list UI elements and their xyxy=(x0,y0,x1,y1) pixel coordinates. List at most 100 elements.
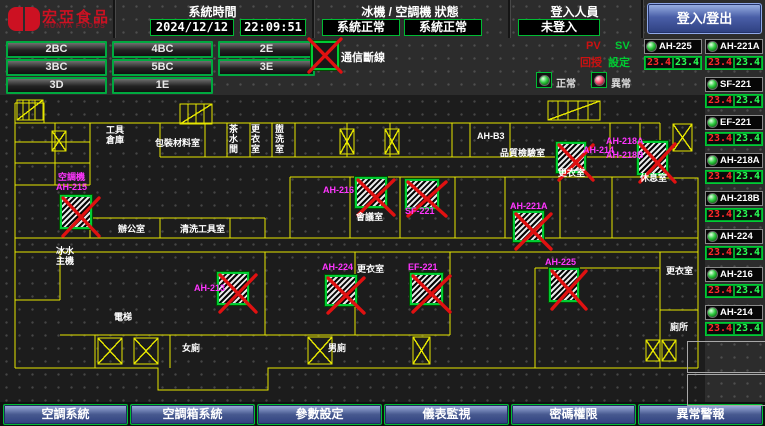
sv-value: 23.4 xyxy=(734,323,762,335)
unit-values-sf-221: 23.423.4 xyxy=(705,94,763,108)
unit-row-ah-218b[interactable]: AH-218B xyxy=(705,191,763,206)
unit-values-ah-216: 23.423.4 xyxy=(705,284,763,298)
unit-name: AH-218B xyxy=(720,193,760,204)
sv-value: 23.4 xyxy=(734,247,762,259)
unit-name: AH-224 xyxy=(720,231,753,242)
sv-value: 23.4 xyxy=(734,209,762,221)
red-x-icon xyxy=(515,213,552,250)
room-label: 品質檢驗室 xyxy=(500,148,545,158)
ahu-comm-loss-icon[interactable] xyxy=(410,273,443,305)
unit-values-ef-221: 23.423.4 xyxy=(705,132,763,146)
empty-unit-slot xyxy=(687,374,765,406)
green-led-icon xyxy=(707,117,718,128)
bottom-button-6[interactable]: 異常警報 xyxy=(638,404,763,425)
unit-label: AH-216 xyxy=(323,185,354,195)
room-label: 更衣室 xyxy=(357,264,384,274)
room-label: 工具 倉庫 xyxy=(106,125,124,145)
red-x-icon xyxy=(327,277,365,314)
bottom-button-3[interactable]: 參數設定 xyxy=(257,404,382,425)
unit-row-ah-216[interactable]: AH-216 xyxy=(705,267,763,282)
ahu-comm-loss-icon[interactable] xyxy=(325,275,357,306)
unit-name: AH-218A xyxy=(720,155,760,166)
room-label: AH-B3 xyxy=(477,131,505,141)
ahu-comm-loss-icon[interactable] xyxy=(513,211,544,242)
red-x-icon xyxy=(219,274,257,313)
ahu-comm-loss-icon[interactable] xyxy=(405,179,439,209)
room-label: 冰水 主機 xyxy=(56,246,74,266)
unit-values-ah-225: 23.423.4 xyxy=(644,56,702,70)
unit-label: AH-224 xyxy=(322,262,353,272)
green-led-icon xyxy=(707,193,718,204)
unit-values-ah-218a: 23.423.4 xyxy=(705,170,763,184)
pv-value: 23.4 xyxy=(706,323,734,335)
sv-value: 23.4 xyxy=(734,57,762,69)
room-label: 更衣室 xyxy=(558,168,585,178)
unit-name: EF-221 xyxy=(720,117,751,128)
unit-row-ah-225[interactable]: AH-225 xyxy=(644,39,702,54)
room-label: 清洗工具室 xyxy=(180,224,225,234)
floorplan: 工具 倉庫包裝材料室茶水間更衣室盥洗室AH-B3品質檢驗室更衣室休息室辦公室清洗… xyxy=(0,95,705,405)
room-label: 會議室 xyxy=(356,212,383,222)
unit-label: EF-221 xyxy=(408,262,438,272)
unit-row-ef-221[interactable]: EF-221 xyxy=(705,115,763,130)
pv-value: 23.4 xyxy=(706,247,734,259)
unit-label: AH-213 xyxy=(194,283,225,293)
unit-row-ah-214[interactable]: AH-214 xyxy=(705,305,763,320)
room-label: 更衣室 xyxy=(666,266,693,276)
unit-values-ah-224: 23.423.4 xyxy=(705,246,763,260)
room-label: 盥洗室 xyxy=(274,124,284,154)
green-led-icon xyxy=(707,155,718,166)
pv-value: 23.4 xyxy=(706,285,734,297)
room-label: 女廁 xyxy=(182,343,200,353)
pv-value: 23.4 xyxy=(706,95,734,107)
unit-name: AH-216 xyxy=(720,269,753,280)
unit-row-ah-218a[interactable]: AH-218A xyxy=(705,153,763,168)
unit-values-ah-218b: 23.423.4 xyxy=(705,208,763,222)
ahu-comm-loss-icon[interactable] xyxy=(60,195,92,229)
bottom-button-4[interactable]: 儀表監視 xyxy=(384,404,509,425)
sv-value: 23.4 xyxy=(734,171,762,183)
room-label: 廁所 xyxy=(670,322,688,332)
empty-unit-slot xyxy=(687,341,765,373)
unit-values-ah-221a: 23.423.4 xyxy=(705,56,763,70)
red-x-icon xyxy=(412,275,451,313)
room-label: 更衣室 xyxy=(250,124,260,154)
green-led-icon xyxy=(707,307,718,318)
unit-name: AH-221A xyxy=(720,41,760,52)
unit-name: AH-225 xyxy=(659,41,692,52)
green-led-icon xyxy=(707,269,718,280)
unit-label: AH-218B xyxy=(606,150,644,160)
sv-value: 23.4 xyxy=(734,133,762,145)
green-led-icon xyxy=(707,79,718,90)
sv-value: 23.4 xyxy=(673,57,701,69)
unit-row-ah-221a[interactable]: AH-221A xyxy=(705,39,763,54)
green-led-icon xyxy=(646,41,657,52)
unit-name: SF-221 xyxy=(720,79,751,90)
room-label: 茶水間 xyxy=(228,124,238,154)
room-label: 休息室 xyxy=(640,173,667,183)
green-led-icon xyxy=(707,41,718,52)
red-x-icon xyxy=(551,270,587,310)
room-label: 辦公室 xyxy=(118,224,145,234)
pv-value: 23.4 xyxy=(706,133,734,145)
room-label: 電梯 xyxy=(114,312,132,322)
unit-row-ah-224[interactable]: AH-224 xyxy=(705,229,763,244)
unit-label: AH-218A xyxy=(606,136,644,146)
ahu-comm-loss-icon[interactable] xyxy=(549,268,579,302)
room-label: 包裝材料室 xyxy=(155,138,200,148)
pv-value: 23.4 xyxy=(706,209,734,221)
ahu-comm-loss-icon[interactable] xyxy=(355,177,387,208)
sv-value: 23.4 xyxy=(734,285,762,297)
unit-name: AH-214 xyxy=(720,307,753,318)
unit-label: SF-221 xyxy=(405,206,435,216)
bottom-button-2[interactable]: 空調箱系統 xyxy=(130,404,255,425)
bottom-button-1[interactable]: 空調系統 xyxy=(3,404,128,425)
unit-label: AH-225 xyxy=(545,257,576,267)
room-label: 男廁 xyxy=(328,343,346,353)
unit-label: AH-221A xyxy=(510,201,548,211)
pv-value: 23.4 xyxy=(706,57,734,69)
red-x-icon xyxy=(357,179,395,216)
unit-row-sf-221[interactable]: SF-221 xyxy=(705,77,763,92)
ahu-comm-loss-icon[interactable] xyxy=(311,41,339,70)
bottom-button-5[interactable]: 密碼權限 xyxy=(511,404,636,425)
